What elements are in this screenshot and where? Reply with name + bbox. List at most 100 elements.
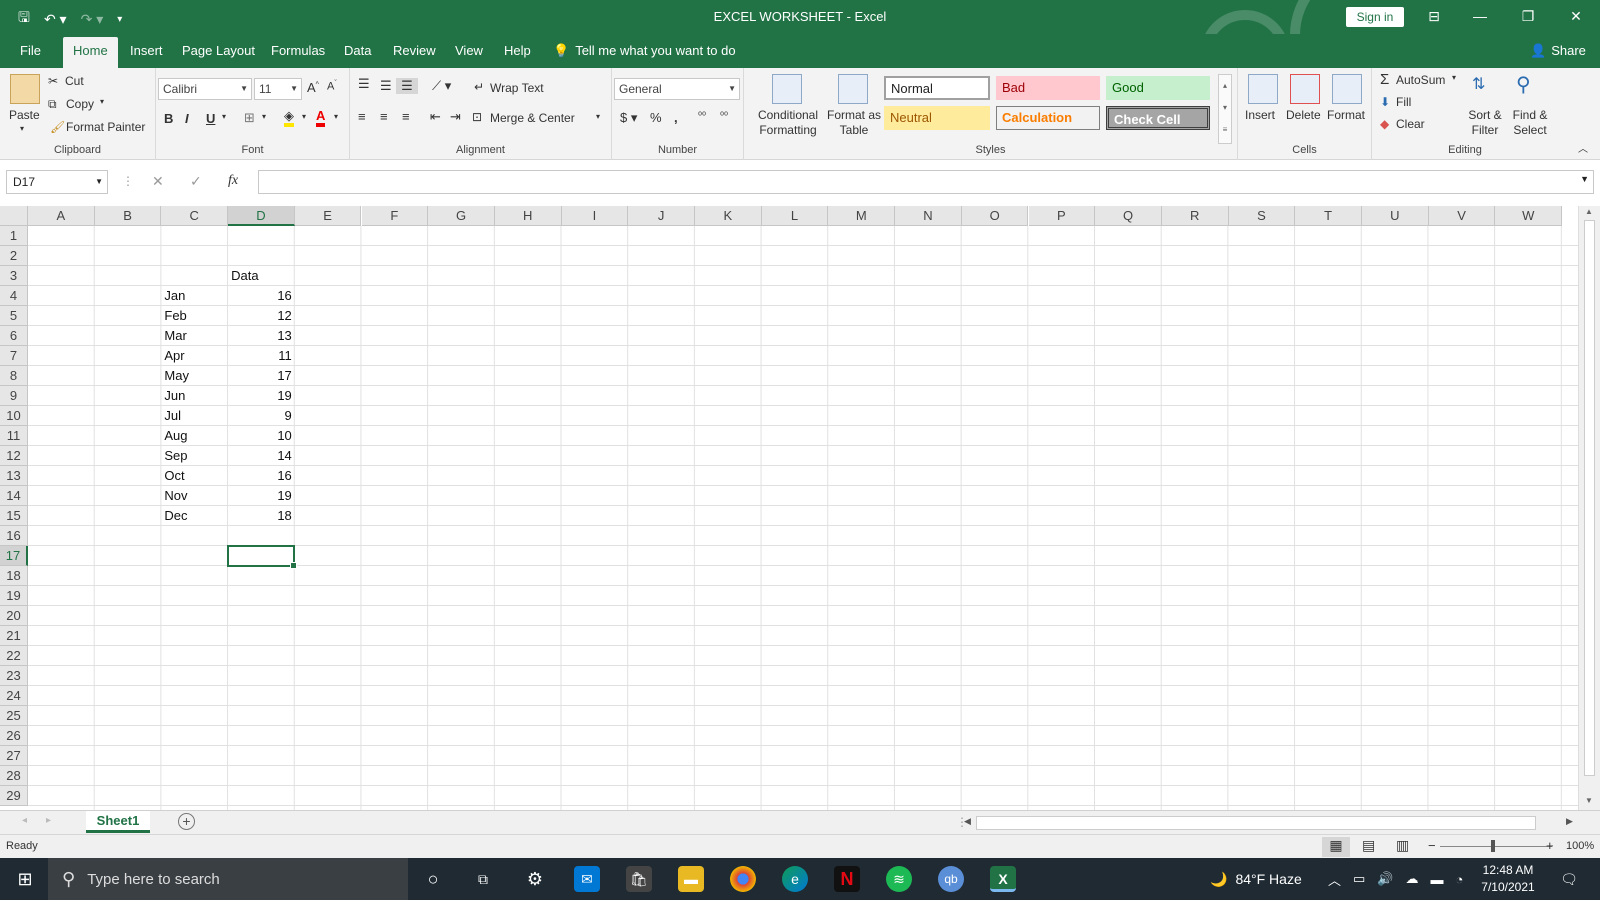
active-cell-d17[interactable] [227,545,297,569]
netflix-icon[interactable]: N [834,866,860,892]
underline-icon[interactable]: U [206,111,215,126]
decrease-font-icon[interactable]: Aˇ [327,80,337,93]
column-header-l[interactable]: L [761,206,829,226]
paste-dropdown-icon[interactable]: ▾ [20,124,24,133]
decrease-decimal-icon[interactable]: ⁰⁰ [720,111,728,122]
column-header-d[interactable]: D [228,206,295,226]
borders-icon[interactable]: ⊞ [244,110,255,126]
column-header-m[interactable]: M [828,206,896,226]
column-header-w[interactable]: W [1495,206,1563,226]
row-header-1[interactable]: 1 [0,226,28,246]
row-header-25[interactable]: 25 [0,706,28,726]
cell-c9[interactable]: Jun [161,386,228,406]
horizontal-scrollbar[interactable] [976,816,1536,830]
align-left-icon[interactable]: ≡ [358,109,366,124]
currency-icon[interactable]: $ ▾ [620,110,637,126]
normal-view-icon[interactable]: ▦ [1322,837,1350,857]
column-header-e[interactable]: E [294,206,362,226]
italic-icon[interactable]: I [185,111,189,126]
cell-d4[interactable]: 16 [228,286,295,306]
row-header-9[interactable]: 9 [0,386,28,406]
style-neutral[interactable]: Neutral [884,106,990,130]
row-header-23[interactable]: 23 [0,666,28,686]
share-button[interactable]: 👤 Share [1530,43,1586,59]
taskbar-search[interactable]: ⚲ Type here to search [48,858,408,900]
row-header-17[interactable]: 17 [0,546,28,566]
row-header-12[interactable]: 12 [0,446,28,466]
format-cells-button[interactable]: Format [1327,108,1365,122]
column-header-h[interactable]: H [494,206,562,226]
battery-icon[interactable]: ▬ [1431,872,1444,887]
wrap-text-button[interactable]: Wrap Text [490,81,544,95]
clear-button[interactable]: Clear [1396,117,1425,131]
cell-c5[interactable]: Feb [161,306,228,326]
align-bottom-icon[interactable]: ☰ [396,78,418,94]
vertical-scrollbar[interactable]: ▲ ▼ [1578,206,1600,810]
settings-gear-icon[interactable]: ⚙ [522,866,548,892]
fill-button[interactable]: Fill [1396,95,1411,109]
row-header-18[interactable]: 18 [0,566,28,586]
percent-icon[interactable]: % [650,110,662,125]
chevron-down-icon[interactable]: ▾ [222,112,226,121]
ribbon-display-icon[interactable]: ⊟ [1424,6,1444,26]
styles-scroll-icon[interactable]: ▴ ▾ ≡ [1218,74,1232,144]
column-header-n[interactable]: N [895,206,962,226]
restore-button[interactable]: ❐ [1518,6,1538,26]
cell-d5[interactable]: 12 [228,306,295,326]
zoom-slider[interactable] [1440,846,1552,847]
column-header-g[interactable]: G [428,206,495,226]
cortana-icon[interactable]: ○ [420,866,446,892]
scroll-down-icon[interactable]: ▼ [1585,796,1593,805]
row-header-16[interactable]: 16 [0,526,28,546]
bold-icon[interactable]: B [164,111,173,126]
row-header-6[interactable]: 6 [0,326,28,346]
vertical-scroll-thumb[interactable] [1584,220,1595,776]
row-header-7[interactable]: 7 [0,346,28,366]
column-header-v[interactable]: V [1428,206,1496,226]
column-header-b[interactable]: B [94,206,162,226]
tab-view[interactable]: View [455,43,483,58]
insert-cells-button[interactable]: Insert [1245,108,1275,122]
column-header-j[interactable]: J [628,206,695,226]
style-normal[interactable]: Normal [884,76,990,100]
collapse-ribbon-icon[interactable]: ︿ [1578,140,1588,155]
next-sheet-icon[interactable]: ▸ [46,815,51,826]
tab-home[interactable]: Home [63,37,118,68]
column-header-p[interactable]: P [1028,206,1096,226]
paste-button[interactable]: Paste [9,108,40,122]
formula-input[interactable]: ▼ [258,170,1594,194]
zoom-in-icon[interactable]: + [1546,838,1554,853]
cell-d15[interactable]: 18 [228,506,295,526]
edge-icon[interactable]: e [782,866,808,892]
cell-c7[interactable]: Apr [161,346,228,366]
number-format-select[interactable]: General ▼ [614,78,740,100]
delete-cells-icon[interactable] [1290,74,1320,104]
insert-cells-icon[interactable] [1248,74,1278,104]
paste-icon[interactable] [10,74,40,104]
column-header-r[interactable]: R [1161,206,1229,226]
new-sheet-icon[interactable]: + [178,813,195,830]
cell-d14[interactable]: 19 [228,486,295,506]
column-header-t[interactable]: T [1295,206,1362,226]
row-header-29[interactable]: 29 [0,786,28,806]
wifi-icon[interactable]: ◔ [1456,872,1464,887]
cell-area[interactable]: Data Jan 16 Feb 12 Mar 13 Apr 11 May 17 Jun 19 Jul 9 Au… [28,226,1578,810]
tell-me-search[interactable]: 💡 Tell me what you want to do [553,43,736,59]
cell-d12[interactable]: 14 [228,446,295,466]
decrease-indent-icon[interactable]: ⇤ [430,109,441,125]
row-header-15[interactable]: 15 [0,506,28,526]
chevron-up-icon[interactable]: ︿ [1328,870,1341,889]
cell-d8[interactable]: 17 [228,366,295,386]
row-header-24[interactable]: 24 [0,686,28,706]
zoom-slider-thumb[interactable] [1491,840,1495,852]
qbittorrent-icon[interactable]: qb [938,866,964,892]
row-header-28[interactable]: 28 [0,766,28,786]
comma-icon[interactable]: , [674,110,678,125]
style-good[interactable]: Good [1106,76,1210,100]
format-painter-button[interactable]: Format Painter [66,120,145,134]
row-header-13[interactable]: 13 [0,466,28,486]
store-icon[interactable]: 🛍 [626,866,652,892]
cell-c15[interactable]: Dec [161,506,228,526]
align-top-icon[interactable]: ☰ [358,76,370,92]
copy-dropdown-icon[interactable]: ▾ [100,97,104,106]
